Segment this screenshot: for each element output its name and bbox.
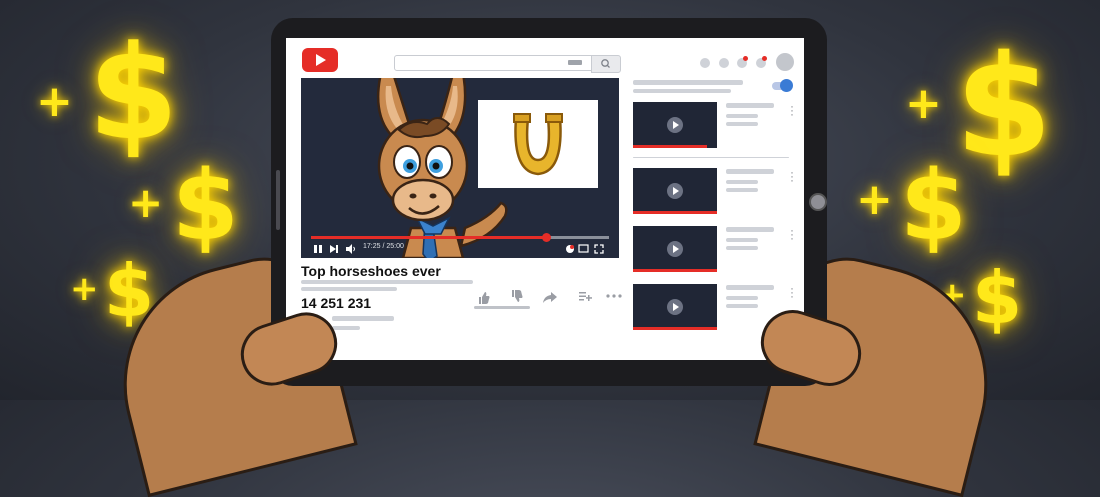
play-icon	[667, 241, 683, 257]
related-video-meta-line	[726, 188, 758, 192]
plus-sign-icon: +	[856, 174, 893, 225]
channel-name-line	[332, 316, 394, 321]
add-to-playlist-icon[interactable]	[578, 290, 592, 302]
progress-scrubber[interactable]	[542, 233, 552, 242]
next-button[interactable]	[329, 244, 339, 257]
related-video-meta-line	[726, 304, 758, 308]
related-video-meta-line	[726, 238, 758, 242]
more-icon[interactable]: · · ·	[790, 282, 794, 302]
thumbs-down-icon[interactable]	[510, 289, 524, 303]
dollar-sign-icon: $	[955, 26, 1053, 189]
related-video-title-line	[726, 103, 774, 108]
more-icon[interactable]: · · ·	[790, 224, 794, 244]
channel-subs-line	[332, 326, 360, 330]
more-icon[interactable]: · · ·	[790, 100, 794, 120]
plus-sign-icon: +	[36, 76, 73, 127]
sidebar-divider	[633, 157, 789, 158]
autoplay-button[interactable]	[565, 244, 575, 257]
related-video-thumbnail[interactable]	[633, 284, 717, 330]
volume-icon	[346, 244, 355, 254]
header-icon-apps[interactable]	[700, 58, 710, 68]
related-video-title-line	[726, 227, 774, 232]
related-video-title-line	[726, 169, 774, 174]
tablet-home-button	[809, 193, 827, 211]
search-input-keyboard-icon	[568, 60, 582, 65]
search-input[interactable]	[394, 55, 592, 71]
progress-fill	[311, 236, 547, 239]
related-video-meta-line	[726, 180, 758, 184]
avatar[interactable]	[776, 53, 794, 71]
youtube-screen: 17:25 / 25:00 Top horseshoes ever 14 251…	[286, 38, 804, 360]
related-video-meta-line	[726, 114, 758, 118]
play-icon	[667, 183, 683, 199]
play-icon	[667, 117, 683, 133]
volume-button[interactable]	[345, 244, 356, 257]
miniplayer-button[interactable]	[578, 244, 589, 257]
watch-progress	[633, 211, 717, 214]
dollar-sign-icon: $	[172, 150, 239, 262]
dollar-sign-icon: $	[972, 256, 1023, 340]
search-button[interactable]	[591, 55, 621, 73]
more-icon[interactable]: · · ·	[790, 166, 794, 186]
progress-track[interactable]	[311, 233, 609, 242]
watch-progress	[633, 145, 707, 148]
autoplay-icon	[566, 245, 574, 253]
related-video-title-line	[726, 285, 774, 290]
fullscreen-icon	[594, 244, 604, 254]
miniplayer-icon	[578, 244, 589, 253]
fullscreen-button[interactable]	[594, 244, 604, 257]
up-next-sub-line	[633, 89, 731, 93]
video-title: Top horseshoes ever	[301, 263, 441, 279]
dollar-sign-icon: $	[900, 150, 967, 262]
autoplay-toggle[interactable]	[772, 79, 793, 92]
more-icon[interactable]	[606, 293, 622, 299]
video-player[interactable]: 17:25 / 25:00	[301, 78, 619, 258]
view-count: 14 251 231	[301, 295, 372, 311]
youtube-logo-icon[interactable]	[302, 48, 338, 72]
horseshoe-icon	[513, 113, 563, 176]
horseshoe-image	[478, 100, 598, 188]
related-video-meta-line	[726, 122, 758, 126]
tablet-side-button	[276, 170, 280, 230]
plus-sign-icon: +	[70, 269, 99, 309]
watch-progress	[633, 269, 717, 272]
related-video-thumbnail[interactable]	[633, 102, 717, 148]
watch-progress	[633, 327, 717, 330]
notification-dot	[762, 56, 767, 61]
header-icon-messages[interactable]	[719, 58, 729, 68]
video-meta-line	[301, 280, 473, 284]
notification-dot	[743, 56, 748, 61]
play-icon	[314, 245, 322, 253]
next-icon	[330, 245, 338, 253]
play-icon	[667, 299, 683, 315]
video-meta-line	[301, 287, 397, 291]
up-next-label-line	[633, 80, 743, 85]
plus-sign-icon: +	[905, 78, 942, 129]
like-ratio-bar	[474, 306, 530, 309]
related-video-meta-line	[726, 246, 758, 250]
related-video-meta-line	[726, 296, 758, 300]
plus-sign-icon: +	[128, 178, 164, 227]
related-video-thumbnail[interactable]	[633, 168, 717, 214]
thumbs-up-icon[interactable]	[477, 291, 491, 305]
pause-button[interactable]	[313, 244, 323, 257]
related-video-thumbnail[interactable]	[633, 226, 717, 272]
search-icon	[601, 59, 610, 68]
share-icon[interactable]	[542, 290, 558, 304]
time-display: 17:25 / 25:00	[363, 243, 404, 250]
dollar-sign-icon: $	[88, 17, 179, 169]
